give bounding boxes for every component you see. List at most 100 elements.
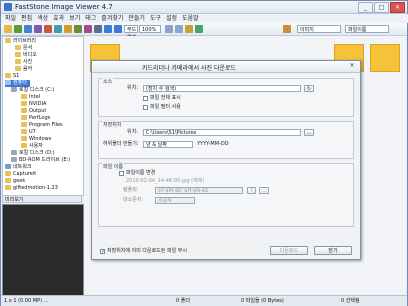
dest-folder-label: 위치: [127,129,138,135]
zoom-field[interactable]: 100% [139,25,161,33]
compare-icon[interactable] [84,25,92,33]
tree-item-music[interactable]: 음악 [15,66,32,73]
minimize-button[interactable]: _ [358,2,373,13]
tree-item-documents[interactable]: 문서 [15,45,32,52]
refresh-icon[interactable] [14,25,22,33]
zoom-out-icon[interactable] [114,25,122,33]
star-icon[interactable] [185,25,193,33]
settings-icon[interactable] [283,25,291,33]
zoom-in-icon[interactable] [104,25,112,33]
menu-file[interactable]: 파일 [5,14,16,23]
menu-bar: 파일 편집 색상 효과 보기 태그 즐겨찾기 만들기 도구 설정 도움말 [1,14,408,23]
grid-icon[interactable] [175,25,183,33]
folder-icon [21,122,27,127]
file-filter-checkbox[interactable] [143,105,148,110]
dialog-title: 카드리더나 카메라에서 사진 다운로드 [142,65,237,72]
tree-item-label: geek [13,178,26,184]
skip-downloaded-label: 저장위치에 이미 다운로드된 파일 무시 [107,248,187,254]
source-group-title: 소스 [102,78,114,85]
folder-icon [15,45,21,50]
maximize-button[interactable]: □ [374,2,389,13]
rename-checkbox[interactable] [119,171,124,176]
view-mode-select[interactable]: 부드럽게 [124,25,138,41]
skip-downloaded-checkbox[interactable]: ✓ [100,249,105,255]
save-icon[interactable] [24,25,32,33]
source-location-label: 위치: [127,85,138,91]
tree-item-nvidia[interactable]: NVIDIA [21,101,46,108]
source-location-select[interactable]: (장치 수 검색) [143,85,301,92]
tree-item-captureit[interactable]: Captureit [5,171,36,178]
subfolder-select[interactable]: 년 & 날짜 [143,141,193,148]
download-button[interactable]: 다운로드 [270,246,308,255]
menu-settings[interactable]: 설정 [166,14,177,23]
tree-item-drive-c[interactable]: 로컬 디스크 (C:) [11,87,54,94]
download-dialog: 카드리더나 카메라에서 사진 다운로드 ✕ 소스 위치: (장치 수 검색) ↻… [91,60,361,260]
folder-icon [15,66,21,71]
filter-icon[interactable] [195,25,203,33]
tree-item-u7[interactable]: U7 [21,129,36,136]
print-icon[interactable] [74,25,82,33]
menu-effects[interactable]: 효과 [53,14,64,23]
tree-item-pictures[interactable]: 사진 [15,59,32,66]
folder-icon [15,59,21,64]
close-button[interactable]: ✕ [390,2,405,13]
menu-color[interactable]: 색상 [37,14,48,23]
tree-item-s1[interactable]: S1 [5,73,19,80]
tree-item-drive-d[interactable]: 로컬 디스크 (D:) [11,150,55,157]
folder-thumbnail[interactable] [370,44,400,72]
tree-item-computer[interactable]: 컴퓨터 [5,80,30,87]
fullscreen-icon[interactable] [94,25,102,33]
show-all-label: 파일 전체 표시 [150,95,181,101]
open-folder-icon[interactable] [4,25,12,33]
tree-item-perflogs[interactable]: PerfLogs [21,115,50,122]
show-all-checkbox[interactable] [143,96,148,101]
menu-tags[interactable]: 태그 [85,14,96,23]
dialog-close-icon[interactable]: ✕ [346,62,358,70]
tree-item-users[interactable]: 사용자 [21,143,43,150]
computer-icon [5,80,11,85]
folder-icon [21,101,27,106]
destination-group: 저장위치 위치: C:\Users\S1\Pictures ... 하위폴더 만… [98,121,354,159]
folder-icon [21,115,27,120]
sort-type-select[interactable]: 이미지 [297,25,341,33]
tree-extra [2,164,80,172]
tree-item-drive-e[interactable]: BD-ROM 드라이브 (E:) [11,157,70,164]
tree-item-library[interactable]: 라이브러리 [5,38,36,45]
status-files: 0 파일들 (0 Bytes) [241,298,284,304]
case-select[interactable]: 소문자 [155,197,195,204]
menu-favorites[interactable]: 즐겨찾기 [101,14,123,23]
email-icon[interactable] [64,25,72,33]
title-bar: FastStone Image Viewer 4.7 _ □ ✕ [1,1,407,14]
pattern-help-button[interactable]: ? [247,187,256,194]
slideshow-icon[interactable] [54,25,62,33]
folder-icon [21,129,27,134]
menu-tools[interactable]: 도구 [150,14,161,23]
tree-item-videos[interactable]: 비디오 [15,52,37,59]
rename-group-title: 파일 이름 [102,163,124,170]
tree-item-windows[interactable]: Windows [21,136,51,143]
tree-item-output[interactable]: Output [21,108,46,115]
destination-group-title: 저장위치 [102,121,123,128]
browse-folder-button[interactable]: ... [304,129,314,136]
sort-order-select[interactable]: 파일이름 [345,25,389,33]
case-label: 대소문자: [123,197,144,203]
menu-view[interactable]: 보기 [69,14,80,23]
delete-icon[interactable] [44,25,52,33]
folder-icon [5,185,11,190]
pattern-more-button[interactable]: ... [259,187,269,194]
rotate-icon[interactable] [34,25,42,33]
refresh-source-button[interactable]: ↻ [304,85,314,92]
menu-edit[interactable]: 편집 [21,14,32,23]
menu-create[interactable]: 만들기 [128,14,145,23]
menu-help[interactable]: 도움말 [182,14,199,23]
pattern-input[interactable]: $Y-$M-$D_$H-$N-$S [155,187,243,194]
tree-item-geek[interactable]: geek [5,178,25,185]
pattern-label: 템플릿: [123,187,139,193]
rename-group: 파일 이름 파일이름 변경 2010-02-04_14-46-00.jpg (예… [98,163,354,227]
tree-item-program-files[interactable]: Program Files [21,122,63,129]
tree-item-intel[interactable]: Intel [21,94,40,101]
dialog-close-button[interactable]: 닫기 [314,246,352,255]
tree-item-giftedmotion-1-23[interactable]: giftedmotion-1.23 [5,185,58,192]
thumb-size-icon[interactable] [165,25,173,33]
dest-folder-input[interactable]: C:\Users\S1\Pictures [143,129,301,136]
